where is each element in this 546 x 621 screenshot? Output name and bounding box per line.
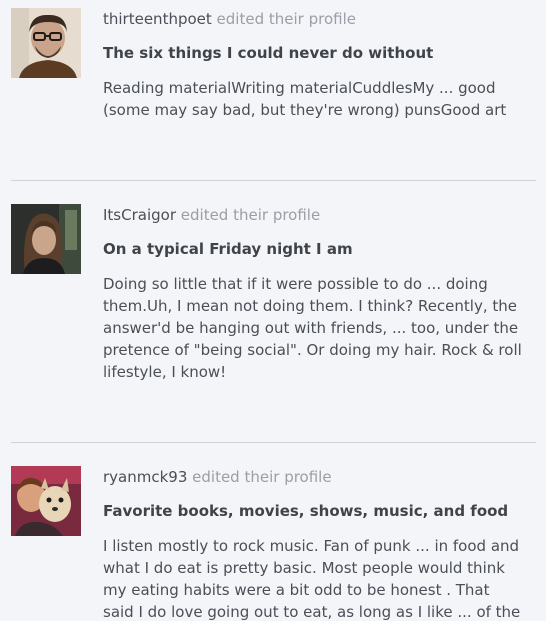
- username-link[interactable]: thirteenthpoet: [103, 10, 212, 28]
- divider: [11, 180, 536, 181]
- profile-question[interactable]: The six things I could never do without: [103, 42, 523, 64]
- avatar-photo-icon: [11, 8, 81, 78]
- activity-feed: thirteenthpoet edited their profile The …: [0, 0, 546, 621]
- profile-question[interactable]: Favorite books, movies, shows, music, an…: [103, 500, 523, 522]
- username-link[interactable]: ItsCraigor: [103, 206, 176, 224]
- action-text: edited their profile: [216, 10, 356, 28]
- feed-item-content: thirteenthpoet edited their profile The …: [103, 8, 523, 121]
- feed-item-content: ItsCraigor edited their profile On a typ…: [103, 204, 523, 383]
- avatar[interactable]: [11, 8, 81, 78]
- profile-question[interactable]: On a typical Friday night I am: [103, 238, 523, 260]
- avatar-photo-icon: [11, 466, 81, 536]
- username-link[interactable]: ryanmck93: [103, 468, 187, 486]
- divider: [11, 442, 536, 443]
- profile-answer: Doing so little that if it were possible…: [103, 275, 522, 381]
- feed-item-content: ryanmck93 edited their profile Favorite …: [103, 466, 523, 621]
- action-text: edited their profile: [180, 206, 321, 224]
- avatar[interactable]: [11, 204, 81, 274]
- profile-answer: I listen mostly to rock music. Fan of pu…: [103, 537, 521, 621]
- action-text: edited their profile: [192, 468, 332, 486]
- feed-item-header: thirteenthpoet edited their profile: [103, 8, 523, 30]
- profile-answer: Reading materialWriting materialCuddlesM…: [103, 79, 507, 119]
- feed-item-header: ryanmck93 edited their profile: [103, 466, 523, 488]
- avatar[interactable]: [11, 466, 81, 536]
- avatar-photo-icon: [11, 204, 81, 274]
- feed-item-header: ItsCraigor edited their profile: [103, 204, 523, 226]
